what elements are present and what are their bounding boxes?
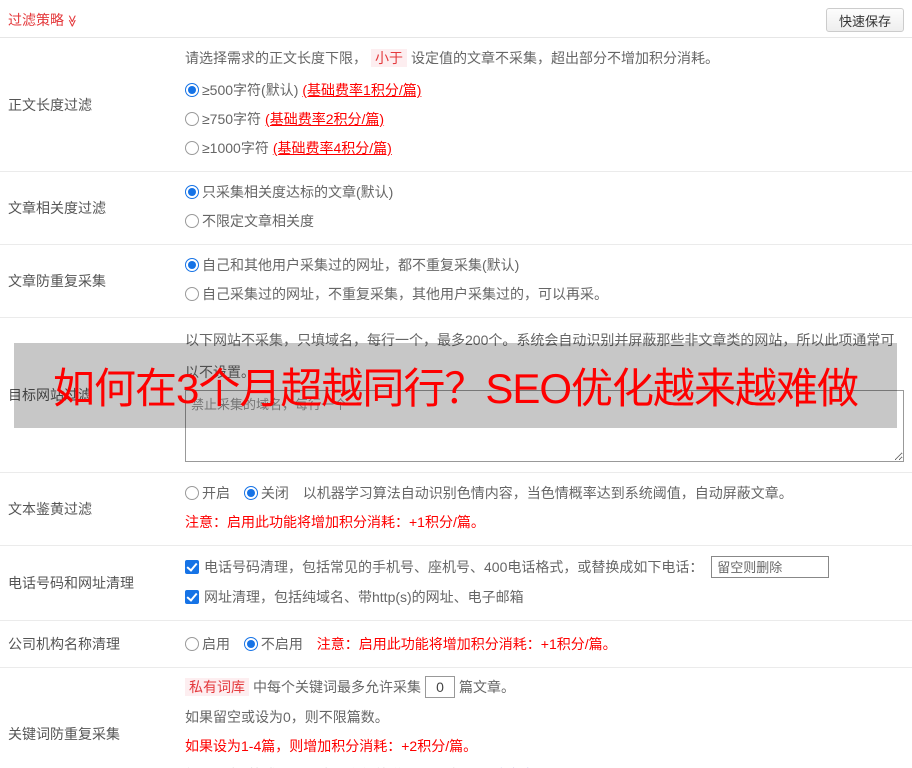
section-dedupe: 文章防重复采集 自己和其他用户采集过的网址，都不重复采集(默认) 自己采集过的网… xyxy=(0,245,912,318)
replacement-phone-input[interactable] xyxy=(711,556,830,578)
section-keyword-dedupe: 关键词防重复采集 私有词库中每个关键词最多允许采集 篇文章。 如果留空或设为0，则… xyxy=(0,668,912,768)
section-company-clean: 公司机构名称清理 启用 不启用 注意：启用此功能将增加积分消耗：+1积分/篇。 xyxy=(0,621,912,668)
option-label: ≥500字符(默认) xyxy=(202,82,299,98)
private-lexicon-badge: 私有词库 xyxy=(185,678,249,696)
radio-option-no-limit[interactable]: 不限定文章相关度 xyxy=(185,211,904,231)
checkbox-phone-clean[interactable]: 电话号码清理，包括常见的手机号、座机号、400电话格式，或替换成如下电话： xyxy=(185,559,707,575)
section-relevance: 文章相关度过滤 只采集相关度达标的文章(默认) 不限定文章相关度 xyxy=(0,172,912,245)
radio-option-porn-off[interactable]: 关闭 xyxy=(243,485,293,501)
page-header: 过滤策略≫ 快速保存 xyxy=(0,0,912,38)
keyword-text-end: 篇文章。 xyxy=(459,679,515,695)
radio-option-dedupe-all[interactable]: 自己和其他用户采集过的网址，都不重复采集(默认) xyxy=(185,255,904,275)
radio-option-company-on[interactable]: 启用 xyxy=(185,636,234,652)
section-label: 文章相关度过滤 xyxy=(8,200,106,216)
section-label: 文本鉴黄过滤 xyxy=(8,501,92,517)
option-label: 不启用 xyxy=(260,636,303,652)
radio-option-porn-on[interactable]: 开启 xyxy=(185,485,234,501)
radio-option-company-off[interactable]: 不启用 xyxy=(243,636,307,652)
section-label: 文章防重复采集 xyxy=(8,273,106,289)
fee-note: (基础费率4积分/篇) xyxy=(272,140,392,156)
company-cost-note: 注意：启用此功能将增加积分消耗：+1积分/篇。 xyxy=(316,636,617,652)
radio-option-1000[interactable]: ≥1000字符 (基础费率4积分/篇) xyxy=(185,138,904,158)
section-content-length: 正文长度过滤 请选择需求的正文长度下限， 小于 设定值的文章不采集，超出部分不增加积… xyxy=(0,38,912,172)
radio-icon[interactable] xyxy=(185,112,199,126)
section-porn-filter: 文本鉴黄过滤 开启 关闭 以机器学习算法自动识别色情内容，当色情概率达到系统阈值… xyxy=(0,473,912,546)
chevron-down-icon: ≫ xyxy=(65,14,80,28)
radio-icon[interactable] xyxy=(243,486,258,500)
radio-option-500[interactable]: ≥500字符(默认) (基础费率1积分/篇) xyxy=(185,80,904,100)
fee-note: (基础费率2积分/篇) xyxy=(265,111,385,127)
section-label: 正文长度过滤 xyxy=(8,96,92,113)
keyword-rule-zero: 如果留空或设为0，则不限篇数。 xyxy=(185,709,389,725)
page-title: 过滤策略 xyxy=(8,12,64,28)
checkbox-icon[interactable] xyxy=(185,590,199,604)
section-label: 关键词防重复采集 xyxy=(8,725,120,742)
length-intro: 请选择需求的正文长度下限， 小于 设定值的文章不采集，超出部分不增加积分消耗。 xyxy=(185,48,904,68)
option-label: 关闭 xyxy=(260,485,289,501)
option-label: 只采集相关度达标的文章(默认) xyxy=(202,184,394,200)
overlay-ad-text: 如何在3个月超越同行？SEO优化越来越难做 xyxy=(52,365,859,412)
radio-option-relevant-only[interactable]: 只采集相关度达标的文章(默认) xyxy=(185,182,904,202)
radio-icon[interactable] xyxy=(185,287,199,301)
option-label: ≥750字符 xyxy=(202,111,262,127)
keyword-text-mid: 中每个关键词最多允许采集 xyxy=(253,679,421,695)
section-phone-url-clean: 电话号码和网址清理 电话号码清理，包括常见的手机号、座机号、400电话格式，或替… xyxy=(0,546,912,621)
section-label: 电话号码和网址清理 xyxy=(8,575,134,591)
radio-icon[interactable] xyxy=(185,141,199,155)
radio-icon[interactable] xyxy=(243,637,258,651)
option-label: 开启 xyxy=(202,485,230,501)
checkbox-url-clean[interactable]: 网址清理，包括纯域名、带http(s)的网址、电子邮箱 xyxy=(185,589,524,605)
option-label: 自己和其他用户采集过的网址，都不重复采集(默认) xyxy=(202,257,520,273)
checkbox-label: 网址清理，包括纯域名、带http(s)的网址、电子邮箱 xyxy=(204,589,524,605)
filter-settings-page: 过滤策略≫ 快速保存 正文长度过滤 请选择需求的正文长度下限， 小于 设定值的文章不… xyxy=(0,0,912,768)
radio-icon[interactable] xyxy=(185,185,199,199)
radio-option-dedupe-self[interactable]: 自己采集过的网址，不重复采集，其他用户采集过的，可以再采。 xyxy=(185,284,904,304)
radio-icon[interactable] xyxy=(185,83,199,97)
radio-icon[interactable] xyxy=(185,486,199,500)
option-label: ≥1000字符 xyxy=(202,140,269,156)
radio-icon[interactable] xyxy=(185,258,199,272)
checkbox-label: 电话号码清理，包括常见的手机号、座机号、400电话格式，或替换成如下电话： xyxy=(204,558,704,575)
porn-cost-note: 注意：启用此功能将增加积分消耗：+1积分/篇。 xyxy=(185,514,485,530)
option-label: 不限定文章相关度 xyxy=(202,213,314,229)
porn-description: 以机器学习算法自动识别色情内容，当色情概率达到系统阈值，自动屏蔽文章。 xyxy=(302,485,793,501)
checkbox-icon[interactable] xyxy=(185,559,199,574)
overlay-ad-banner: 如何在3个月超越同行？SEO优化越来越难做 xyxy=(14,343,897,428)
radio-option-750[interactable]: ≥750字符 (基础费率2积分/篇) xyxy=(185,109,904,129)
intro-text-after: 设定值的文章不采集，超出部分不增加积分消耗。 xyxy=(411,50,719,66)
option-label: 自己采集过的网址，不重复采集，其他用户采集过的，可以再采。 xyxy=(202,286,608,302)
radio-icon[interactable] xyxy=(185,637,199,651)
section-title-toggle[interactable]: 过滤策略≫ xyxy=(8,10,79,30)
section-label: 公司机构名称清理 xyxy=(8,636,120,652)
less-than-badge: 小于 xyxy=(371,49,407,67)
fee-note: (基础费率1积分/篇) xyxy=(302,82,422,98)
option-label: 启用 xyxy=(202,636,230,652)
keyword-rule-cost: 如果设为1-4篇，则增加积分消耗：+2积分/篇。 xyxy=(185,738,478,754)
intro-text-before: 请选择需求的正文长度下限， xyxy=(185,50,367,66)
max-articles-input[interactable] xyxy=(425,676,455,698)
radio-icon[interactable] xyxy=(185,214,199,228)
quick-save-button[interactable]: 快速保存 xyxy=(825,8,904,32)
